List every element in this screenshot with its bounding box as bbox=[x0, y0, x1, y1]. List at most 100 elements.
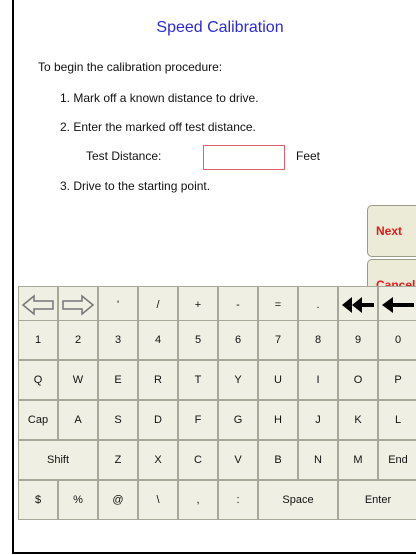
key-label: U bbox=[274, 374, 282, 386]
key-label: D bbox=[154, 414, 162, 426]
key-cursor-right[interactable] bbox=[58, 286, 98, 324]
key-colon[interactable]: : bbox=[218, 480, 258, 520]
key-v[interactable]: V bbox=[218, 440, 258, 480]
key-a[interactable]: A bbox=[58, 400, 98, 440]
key-label: 4 bbox=[154, 334, 162, 346]
key-label: 0 bbox=[394, 334, 402, 346]
key-comma[interactable]: , bbox=[178, 480, 218, 520]
key-percent[interactable]: % bbox=[58, 480, 98, 520]
key-r[interactable]: R bbox=[138, 360, 178, 400]
key-e[interactable]: E bbox=[98, 360, 138, 400]
key-t[interactable]: T bbox=[178, 360, 218, 400]
key-label: I bbox=[316, 374, 320, 386]
key-5[interactable]: 5 bbox=[178, 320, 218, 360]
key-1[interactable]: 1 bbox=[18, 320, 58, 360]
key-d[interactable]: D bbox=[138, 400, 178, 440]
key-clear[interactable] bbox=[338, 286, 378, 324]
key-label: \ bbox=[156, 494, 160, 506]
key-cursor-left[interactable] bbox=[18, 286, 58, 324]
key-c[interactable]: C bbox=[178, 440, 218, 480]
instruction-step-1: 1. Mark off a known distance to drive. bbox=[60, 91, 259, 105]
key-apostrophe[interactable]: ' bbox=[98, 286, 138, 324]
key-b[interactable]: B bbox=[258, 440, 298, 480]
key-x[interactable]: X bbox=[138, 440, 178, 480]
key-label: 6 bbox=[234, 334, 242, 346]
key-period[interactable]: . bbox=[298, 286, 338, 324]
left-arrow-icon bbox=[380, 295, 416, 315]
key-minus[interactable]: - bbox=[218, 286, 258, 324]
key-label: + bbox=[194, 299, 202, 311]
key-w[interactable]: W bbox=[58, 360, 98, 400]
key-label: Enter bbox=[364, 494, 392, 506]
key-f[interactable]: F bbox=[178, 400, 218, 440]
key-slash[interactable]: / bbox=[138, 286, 178, 324]
key-label: O bbox=[353, 374, 363, 386]
key-equals[interactable]: = bbox=[258, 286, 298, 324]
key-0[interactable]: 0 bbox=[378, 320, 416, 360]
test-distance-input[interactable] bbox=[203, 145, 285, 170]
key-label: . bbox=[316, 299, 320, 311]
key-label: - bbox=[236, 299, 240, 311]
outline-right-arrow-icon bbox=[61, 294, 95, 316]
key-label: B bbox=[274, 454, 282, 466]
key-plus[interactable]: + bbox=[178, 286, 218, 324]
key-backspace[interactable] bbox=[378, 286, 416, 324]
key-u[interactable]: U bbox=[258, 360, 298, 400]
key-k[interactable]: K bbox=[338, 400, 378, 440]
key-shift[interactable]: Shift bbox=[18, 440, 98, 480]
key-label: W bbox=[72, 374, 84, 386]
key-label: End bbox=[388, 454, 408, 466]
key-label: Y bbox=[234, 374, 242, 386]
key-7[interactable]: 7 bbox=[258, 320, 298, 360]
key-label: Space bbox=[282, 494, 314, 506]
key-q[interactable]: Q bbox=[18, 360, 58, 400]
distance-unit-label: Feet bbox=[296, 149, 321, 163]
key-y[interactable]: Y bbox=[218, 360, 258, 400]
key-label: Q bbox=[33, 374, 43, 386]
key-label: F bbox=[194, 414, 202, 426]
key-label: P bbox=[394, 374, 402, 386]
key-label: X bbox=[154, 454, 162, 466]
key-label: G bbox=[233, 414, 243, 426]
key-o[interactable]: O bbox=[338, 360, 378, 400]
key-p[interactable]: P bbox=[378, 360, 416, 400]
key-label: Shift bbox=[46, 454, 69, 466]
key-8[interactable]: 8 bbox=[298, 320, 338, 360]
key-at[interactable]: @ bbox=[98, 480, 138, 520]
key-label: S bbox=[114, 414, 122, 426]
key-dollar[interactable]: $ bbox=[18, 480, 58, 520]
key-enter[interactable]: Enter bbox=[338, 480, 416, 520]
key-label: 2 bbox=[74, 334, 82, 346]
key-label: H bbox=[274, 414, 282, 426]
key-4[interactable]: 4 bbox=[138, 320, 178, 360]
key-i[interactable]: I bbox=[298, 360, 338, 400]
key-6[interactable]: 6 bbox=[218, 320, 258, 360]
key-2[interactable]: 2 bbox=[58, 320, 98, 360]
key-m[interactable]: M bbox=[338, 440, 378, 480]
key-cap[interactable]: Cap bbox=[18, 400, 58, 440]
outline-left-arrow-icon bbox=[21, 294, 55, 316]
key-g[interactable]: G bbox=[218, 400, 258, 440]
key-label: : bbox=[236, 494, 240, 506]
key-label: Cap bbox=[27, 414, 49, 426]
key-end[interactable]: End bbox=[378, 440, 416, 480]
key-label: = bbox=[274, 299, 282, 311]
key-l[interactable]: L bbox=[378, 400, 416, 440]
key-h[interactable]: H bbox=[258, 400, 298, 440]
key-label: A bbox=[74, 414, 82, 426]
key-label: % bbox=[73, 494, 83, 506]
key-backslash[interactable]: \ bbox=[138, 480, 178, 520]
key-label: ' bbox=[116, 299, 120, 311]
key-9[interactable]: 9 bbox=[338, 320, 378, 360]
key-z[interactable]: Z bbox=[98, 440, 138, 480]
key-label: E bbox=[114, 374, 122, 386]
key-n[interactable]: N bbox=[298, 440, 338, 480]
key-j[interactable]: J bbox=[298, 400, 338, 440]
key-space[interactable]: Space bbox=[258, 480, 338, 520]
next-button[interactable]: Next bbox=[367, 205, 416, 257]
key-s[interactable]: S bbox=[98, 400, 138, 440]
double-left-arrow-icon bbox=[340, 295, 376, 315]
instruction-step-2: 2. Enter the marked off test distance. bbox=[60, 120, 256, 134]
key-3[interactable]: 3 bbox=[98, 320, 138, 360]
key-label: 9 bbox=[354, 334, 362, 346]
